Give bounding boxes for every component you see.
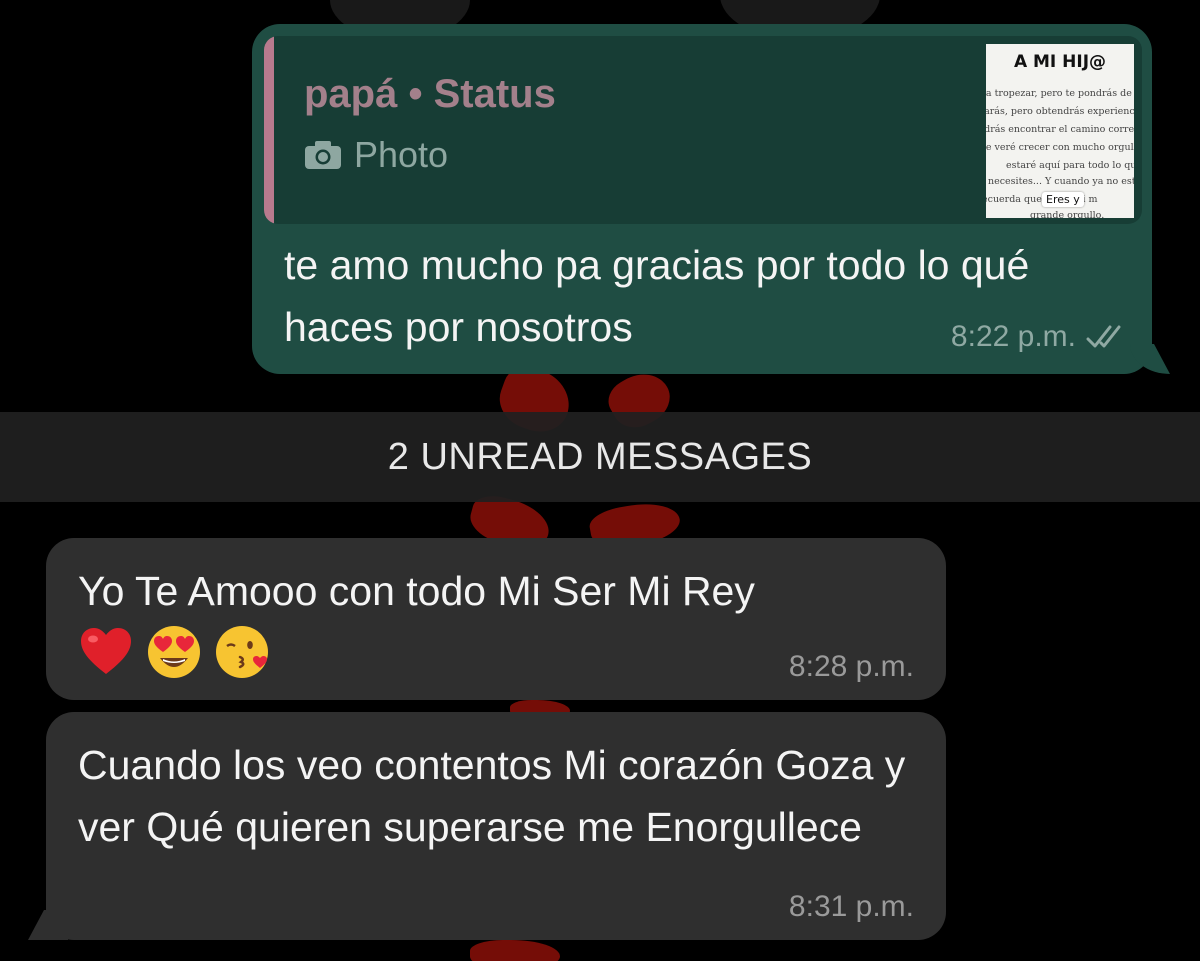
incoming-message-bubble[interactable]: Yo Te Amooo con todo Mi Ser Mi Rey 8:28 … [46,538,946,700]
incoming-message-text: Cuando los veo contentos Mi corazón Goza… [78,742,906,850]
double-check-icon [1086,325,1121,348]
thumbnail-text-line: necesites... Y cuando ya no este, [988,176,1134,187]
thumbnail-title: A MI HIJ@ [1013,52,1107,72]
thumbnail-text-line: ndrás encontrar el camino correc [986,124,1134,135]
message-time: 8:28 p.m. [788,650,914,683]
kissing-face-icon [216,626,268,678]
camera-icon [305,141,341,169]
red-heart-icon [81,628,131,674]
thumbnail-text-line: te veré crecer con mucho orgullo [986,142,1134,153]
outgoing-message-bubble[interactable]: papá • Status Photo A MI HIJ@ s a tropez… [252,24,1170,374]
thumbnail-caption-chip: Eres y [1042,192,1084,207]
thumbnail-text-line: llarás, pero obtendrás experienci [986,106,1134,117]
incoming-message-bubble[interactable]: Cuando los veo contentos Mi corazón Goza… [28,712,946,940]
message-meta: 8:22 p.m. [951,320,1128,354]
unread-messages-divider: 2 UNREAD MESSAGES [0,412,1200,502]
quoted-media-type: Photo [304,134,448,176]
message-time: 8:31 p.m. [788,890,914,923]
quoted-status-author: papá • Status [304,72,556,116]
thumbnail-text-line: grande orgullo. [1030,210,1105,218]
thumbnail-text-line: s a tropezar, pero te pondrás de p [986,88,1134,99]
heart-eyes-face-icon [148,626,200,678]
thumbnail-text-line: estaré aquí para todo lo que [1006,160,1134,171]
quote-accent-bar [264,36,274,224]
quoted-status-reply[interactable]: papá • Status Photo A MI HIJ@ s a tropez… [264,36,1142,224]
message-time: 8:22 p.m. [950,320,1076,353]
status-photo-thumbnail[interactable]: A MI HIJ@ s a tropezar, pero te pondrás … [986,44,1134,218]
incoming-message-text: Yo Te Amooo con todo Mi Ser Mi Rey [78,568,755,614]
quoted-media-label: Photo [354,134,449,175]
emoji-row [78,624,270,680]
